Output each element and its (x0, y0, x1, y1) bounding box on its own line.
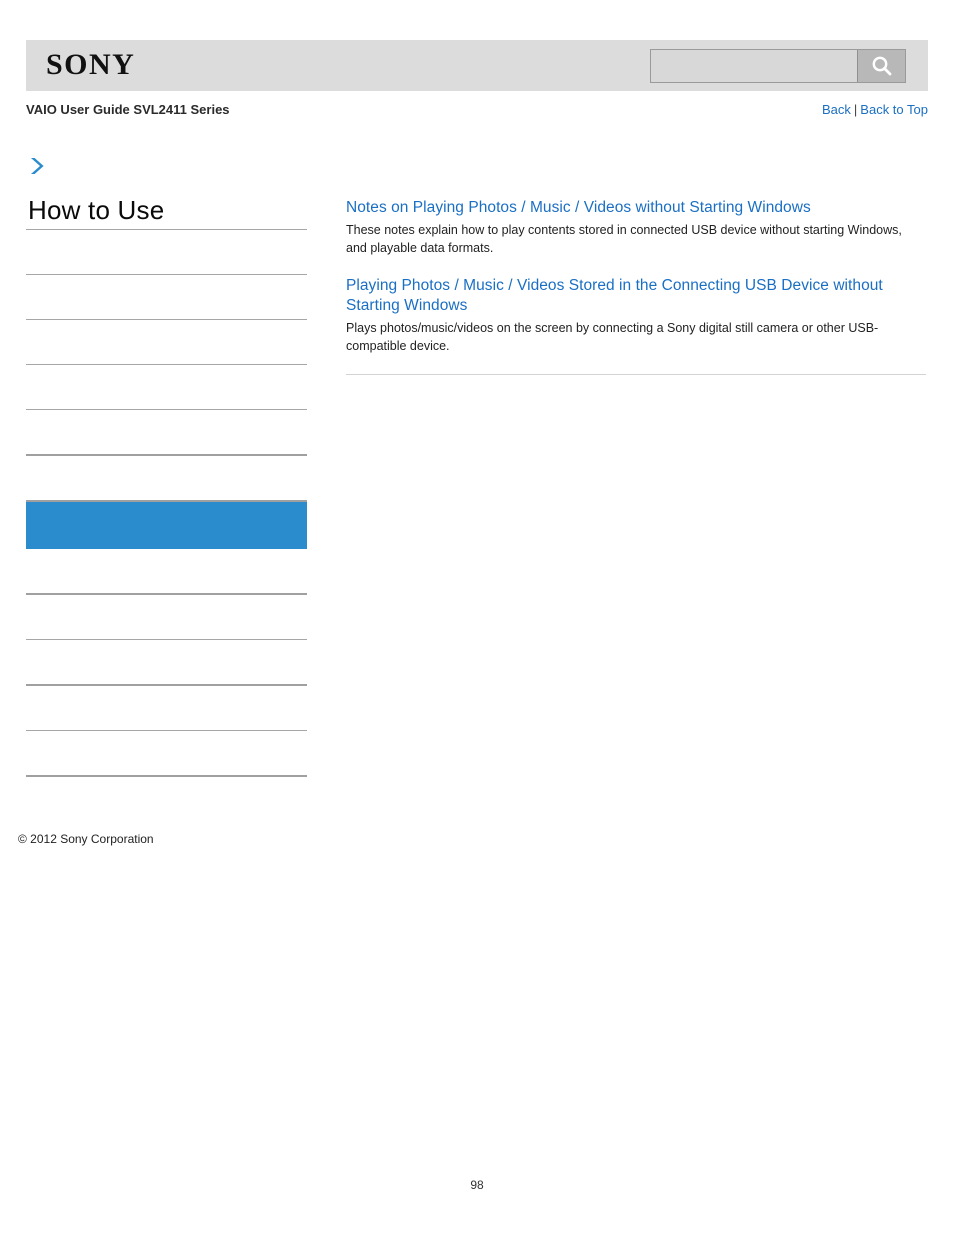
sidebar-item-10[interactable] (26, 686, 307, 730)
entry-description: These notes explain how to play contents… (346, 222, 902, 255)
entry-title-link[interactable]: Playing Photos / Music / Videos Stored i… (346, 276, 926, 317)
search-icon (869, 53, 895, 79)
sidebar-item-1[interactable] (26, 230, 307, 274)
content-entry: Playing Photos / Music / Videos Stored i… (346, 276, 926, 355)
sidebar-item-7[interactable] (26, 549, 307, 593)
content-entry: Notes on Playing Photos / Music / Videos… (346, 198, 926, 257)
page-number: 98 (470, 1178, 484, 1192)
page-title: VAIO User Guide SVL2411 Series (26, 102, 230, 117)
sidebar-item-5[interactable] (26, 410, 307, 454)
search-input[interactable] (651, 50, 857, 82)
content-divider (346, 373, 926, 375)
site-header: SONY (26, 40, 928, 91)
back-to-top-link[interactable]: Back to Top (860, 102, 928, 117)
search-box[interactable] (650, 49, 906, 83)
sidebar-item-8[interactable] (26, 595, 307, 639)
sidebar-item-active[interactable] (26, 502, 307, 549)
sidebar-item-2[interactable] (26, 275, 307, 319)
sidebar-item-11[interactable] (26, 731, 307, 775)
header-nav-links: Back | Back to Top (822, 102, 928, 117)
main-content: Notes on Playing Photos / Music / Videos… (346, 198, 926, 375)
sidebar-heading: How to Use (28, 195, 165, 225)
back-link[interactable]: Back (822, 102, 851, 117)
sidebar-item-4[interactable] (26, 365, 307, 409)
copyright-text: © 2012 Sony Corporation (18, 832, 154, 846)
sony-logo: SONY (46, 48, 136, 81)
entry-title-link[interactable]: Notes on Playing Photos / Music / Videos… (346, 198, 926, 219)
sidebar: How to Use (26, 155, 307, 777)
nav-separator: | (853, 102, 858, 117)
sidebar-item-3[interactable] (26, 320, 307, 364)
sidebar-item-6[interactable] (26, 456, 307, 500)
chevron-right-icon[interactable] (26, 155, 48, 177)
entry-description: Plays photos/music/videos on the screen … (346, 320, 879, 353)
search-button[interactable] (857, 50, 905, 82)
sidebar-divider-last (26, 775, 307, 777)
sidebar-item-9[interactable] (26, 640, 307, 684)
